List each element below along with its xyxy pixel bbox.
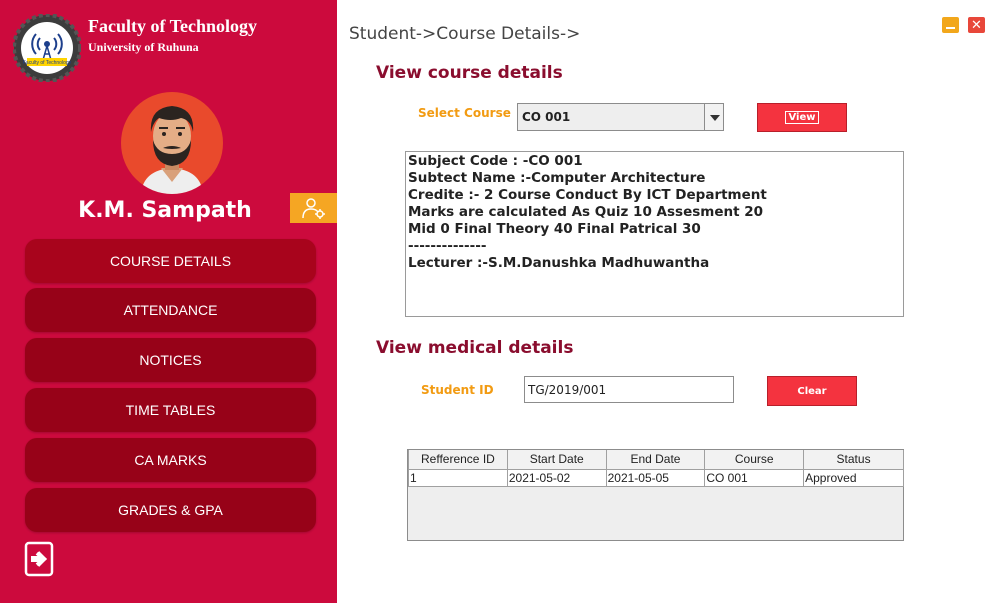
nav-time-tables[interactable]: TIME TABLES <box>25 388 316 432</box>
view-button[interactable]: View <box>757 103 847 132</box>
close-icon[interactable]: ✕ <box>968 17 985 33</box>
nav-grades-gpa[interactable]: GRADES & GPA <box>25 488 316 532</box>
nav-course-details[interactable]: COURSE DETAILS <box>25 239 316 283</box>
sidebar: Faculty of Technology Faculty of Technol… <box>0 0 337 603</box>
column-header[interactable]: Course <box>704 450 805 470</box>
course-select[interactable]: CO 001 <box>517 103 724 131</box>
student-id-label: Student ID <box>421 383 494 397</box>
faculty-title: Faculty of Technology <box>88 16 258 36</box>
course-info-line: Mid 0 Final Theory 40 Final Patrical 30 <box>408 221 701 237</box>
minimize-icon[interactable] <box>942 17 959 33</box>
breadcrumb: Student->Course Details-> <box>349 24 581 44</box>
table-cell[interactable]: Approved <box>803 468 904 487</box>
course-info-line: Subject Code : -CO 001 <box>408 153 583 169</box>
course-info-line: Subtect Name :-Computer Architecture <box>408 170 706 186</box>
user-settings-icon[interactable] <box>290 193 337 223</box>
course-info-line: -------------- <box>408 238 487 254</box>
course-info-line: Marks are calculated As Quiz 10 Assesmen… <box>408 204 764 220</box>
chevron-down-icon[interactable] <box>704 104 723 130</box>
course-info-line: Lecturer :-S.M.Danushka Madhuwantha <box>408 255 710 271</box>
nav-attendance[interactable]: ATTENDANCE <box>25 288 316 332</box>
column-header[interactable]: End Date <box>605 450 706 470</box>
faculty-subtitle: University of Ruhuna <box>88 40 199 54</box>
logout-icon[interactable] <box>24 541 54 577</box>
course-select-value: CO 001 <box>522 110 571 124</box>
user-name: K.M. Sampath <box>78 198 252 223</box>
table-cell[interactable]: 1 <box>408 468 508 487</box>
course-section-title: View course details <box>376 63 563 83</box>
course-info-textarea[interactable]: Subject Code : -CO 001 Subtect Name :-Co… <box>405 151 904 317</box>
view-button-label: View <box>785 111 819 124</box>
student-id-input[interactable] <box>524 376 734 403</box>
column-header[interactable]: Start Date <box>506 450 607 470</box>
logo-text: Faculty of Technology <box>23 60 72 66</box>
column-header[interactable]: Refference ID <box>408 450 508 470</box>
column-header[interactable]: Status <box>803 450 904 470</box>
avatar <box>121 92 223 194</box>
table-cell[interactable]: 2021-05-02 <box>506 468 607 487</box>
medical-section-title: View medical details <box>376 338 574 358</box>
table-cell[interactable]: CO 001 <box>704 468 805 487</box>
table-row[interactable]: 1 2021-05-02 2021-05-05 CO 001 Approved <box>408 468 904 487</box>
faculty-logo-icon: Faculty of Technology <box>12 13 82 83</box>
table-cell[interactable]: 2021-05-05 <box>605 468 706 487</box>
course-info-line: Credite :- 2 Course Conduct By ICT Depar… <box>408 187 767 203</box>
clear-button[interactable]: Clear <box>767 376 857 406</box>
select-course-label: Select Course <box>418 106 511 120</box>
nav-notices[interactable]: NOTICES <box>25 338 316 382</box>
nav-ca-marks[interactable]: CA MARKS <box>25 438 316 482</box>
medical-table[interactable]: Refference ID Start Date End Date Course… <box>407 449 904 541</box>
